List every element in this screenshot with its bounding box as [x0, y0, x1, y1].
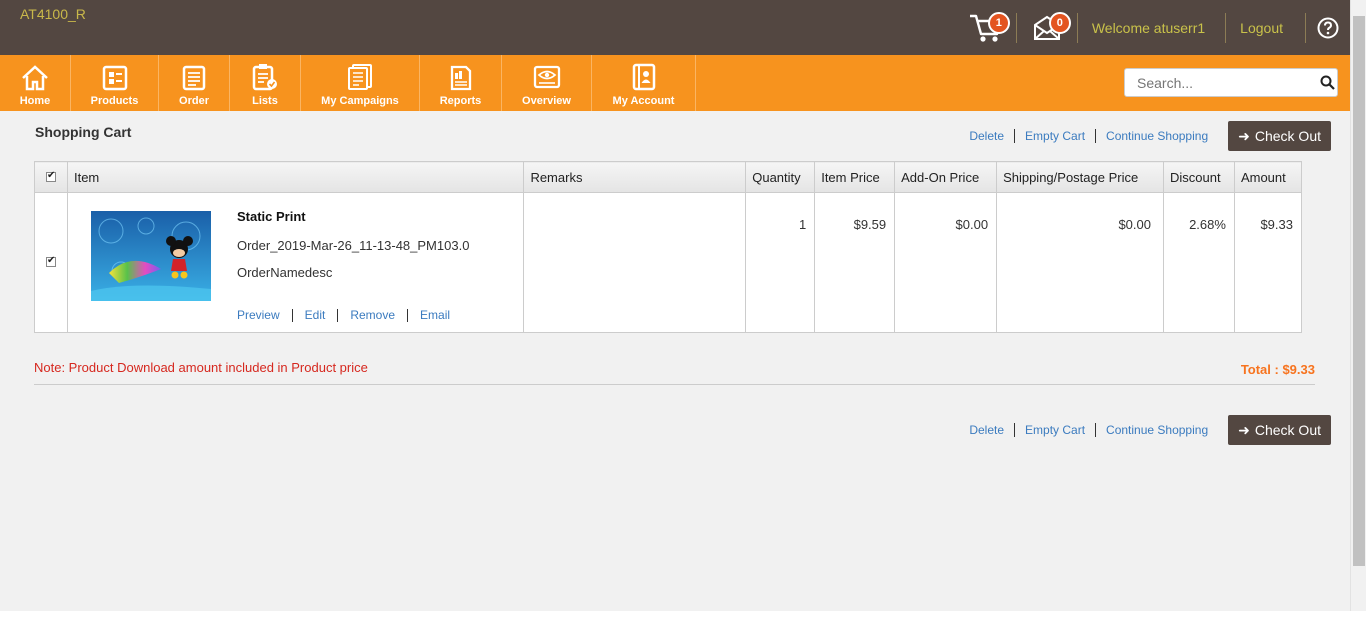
nav-products[interactable]: Products — [71, 55, 159, 111]
row-select-cell — [34, 192, 68, 333]
search-icon[interactable] — [1318, 69, 1337, 96]
discount-cell: 2.68% — [1162, 192, 1235, 333]
table-row: Static Print Order_2019-Mar-26_11-13-48_… — [34, 192, 1303, 333]
nav-reports[interactable]: Reports — [420, 55, 502, 111]
select-all-header — [34, 161, 68, 193]
item-name: Static Print — [236, 209, 306, 224]
nav-label: My Account — [612, 95, 675, 107]
campaigns-icon — [348, 64, 372, 90]
logout-link[interactable]: Logout — [1226, 20, 1305, 36]
header-item-price: Item Price — [814, 161, 896, 193]
nav-label: My Campaigns — [321, 95, 399, 107]
header-discount: Discount — [1162, 161, 1235, 193]
nav-home[interactable]: Home — [0, 55, 71, 111]
header-item: Item — [66, 161, 525, 193]
header-quantity: Quantity — [745, 161, 816, 193]
search-box — [1124, 68, 1338, 97]
arrow-right-icon: ➜ — [1238, 421, 1250, 438]
cart-count-badge: 1 — [987, 12, 1010, 34]
amount-cell: $9.33 — [1233, 192, 1303, 333]
shipping-price-cell: $0.00 — [996, 192, 1164, 333]
account-icon — [632, 63, 655, 91]
empty-cart-link[interactable]: Empty Cart — [1015, 129, 1097, 143]
reports-icon — [450, 65, 471, 91]
item-price-cell: $9.59 — [814, 192, 896, 333]
search-input[interactable] — [1125, 69, 1318, 96]
header-addon-price: Add-On Price — [894, 161, 998, 193]
select-all-checkbox[interactable] — [45, 170, 56, 182]
lists-icon — [252, 64, 277, 91]
delete-link[interactable]: Delete — [959, 129, 1016, 143]
nav-label: Lists — [252, 95, 278, 107]
scrollbar-thumb[interactable] — [1353, 16, 1365, 566]
question-circle-icon — [1317, 17, 1339, 38]
checkout-label: Check Out — [1254, 128, 1321, 144]
nav-lists[interactable]: Lists — [230, 55, 301, 111]
row-checkbox[interactable] — [45, 255, 56, 267]
item-cell: Static Print Order_2019-Mar-26_11-13-48_… — [66, 192, 525, 333]
cart-table: Item Remarks Quantity Item Price Add-On … — [34, 161, 1303, 333]
email-link[interactable]: Email — [408, 309, 462, 322]
top-right-controls: 1 0 Welcome atuserr1 Logout — [956, 0, 1350, 55]
welcome-text: Welcome atuserr1 — [1091, 19, 1206, 36]
page-title: Shopping Cart — [35, 124, 132, 140]
continue-shopping-link[interactable]: Continue Shopping — [1096, 423, 1218, 437]
nav-overview[interactable]: Overview — [502, 55, 592, 111]
header-remarks: Remarks — [523, 161, 747, 193]
preview-link[interactable]: Preview — [237, 309, 293, 322]
divider — [34, 384, 1315, 385]
table-header-row: Item Remarks Quantity Item Price Add-On … — [34, 161, 1303, 193]
addon-price-cell: $0.00 — [894, 192, 998, 333]
edit-link[interactable]: Edit — [293, 309, 339, 322]
checkout-button[interactable]: ➜ Check Out — [1228, 415, 1331, 445]
checkout-button[interactable]: ➜ Check Out — [1228, 121, 1331, 151]
continue-shopping-link[interactable]: Continue Shopping — [1096, 129, 1218, 143]
main-nav: Home Products Order Lists My Campaigns R… — [0, 55, 1350, 111]
header-shipping-price: Shipping/Postage Price — [996, 161, 1164, 193]
cart-actions-bottom: Delete Empty Cart Continue Shopping ➜ Ch… — [959, 415, 1331, 445]
cart-button[interactable]: 1 — [956, 0, 1016, 55]
nav-label: Products — [90, 95, 139, 107]
nav-my-campaigns[interactable]: My Campaigns — [301, 55, 420, 111]
overview-icon — [533, 65, 560, 89]
help-button[interactable] — [1306, 0, 1350, 55]
messages-button[interactable]: 0 — [1017, 0, 1077, 55]
nav-label: Home — [19, 95, 51, 107]
item-description: OrderNamedesc — [236, 265, 333, 280]
remove-link[interactable]: Remove — [338, 309, 409, 322]
message-count-badge: 0 — [1048, 12, 1071, 34]
quantity-cell: 1 — [745, 192, 816, 333]
checkout-label: Check Out — [1254, 422, 1321, 438]
nav-my-account[interactable]: My Account — [592, 55, 696, 111]
nav-label: Reports — [439, 95, 482, 107]
item-actions: Preview Edit Remove Email — [237, 309, 462, 322]
brand-name: AT4100_R — [20, 6, 86, 22]
remarks-cell — [523, 192, 747, 333]
cart-actions-top: Delete Empty Cart Continue Shopping ➜ Ch… — [959, 121, 1331, 151]
empty-cart-link[interactable]: Empty Cart — [1015, 423, 1097, 437]
order-icon — [182, 65, 206, 91]
footer-strip — [0, 611, 1366, 623]
delete-link[interactable]: Delete — [959, 423, 1016, 437]
header-amount: Amount — [1233, 161, 1303, 193]
cart-total: Total : $9.33 — [1240, 362, 1315, 377]
nav-order[interactable]: Order — [159, 55, 230, 111]
nav-label: Order — [179, 95, 209, 107]
product-thumbnail[interactable] — [90, 211, 211, 301]
top-bar: AT4100_R 1 0 Welcome atuserr1 Logout — [0, 0, 1350, 55]
arrow-right-icon: ➜ — [1238, 127, 1250, 144]
home-icon — [22, 65, 48, 91]
nav-label: Overview — [522, 95, 571, 107]
vertical-scrollbar[interactable] — [1350, 0, 1366, 611]
item-order-name: Order_2019-Mar-26_11-13-48_PM103.0 — [236, 238, 470, 253]
download-note: Note: Product Download amount included i… — [34, 360, 368, 375]
products-icon — [102, 65, 127, 91]
